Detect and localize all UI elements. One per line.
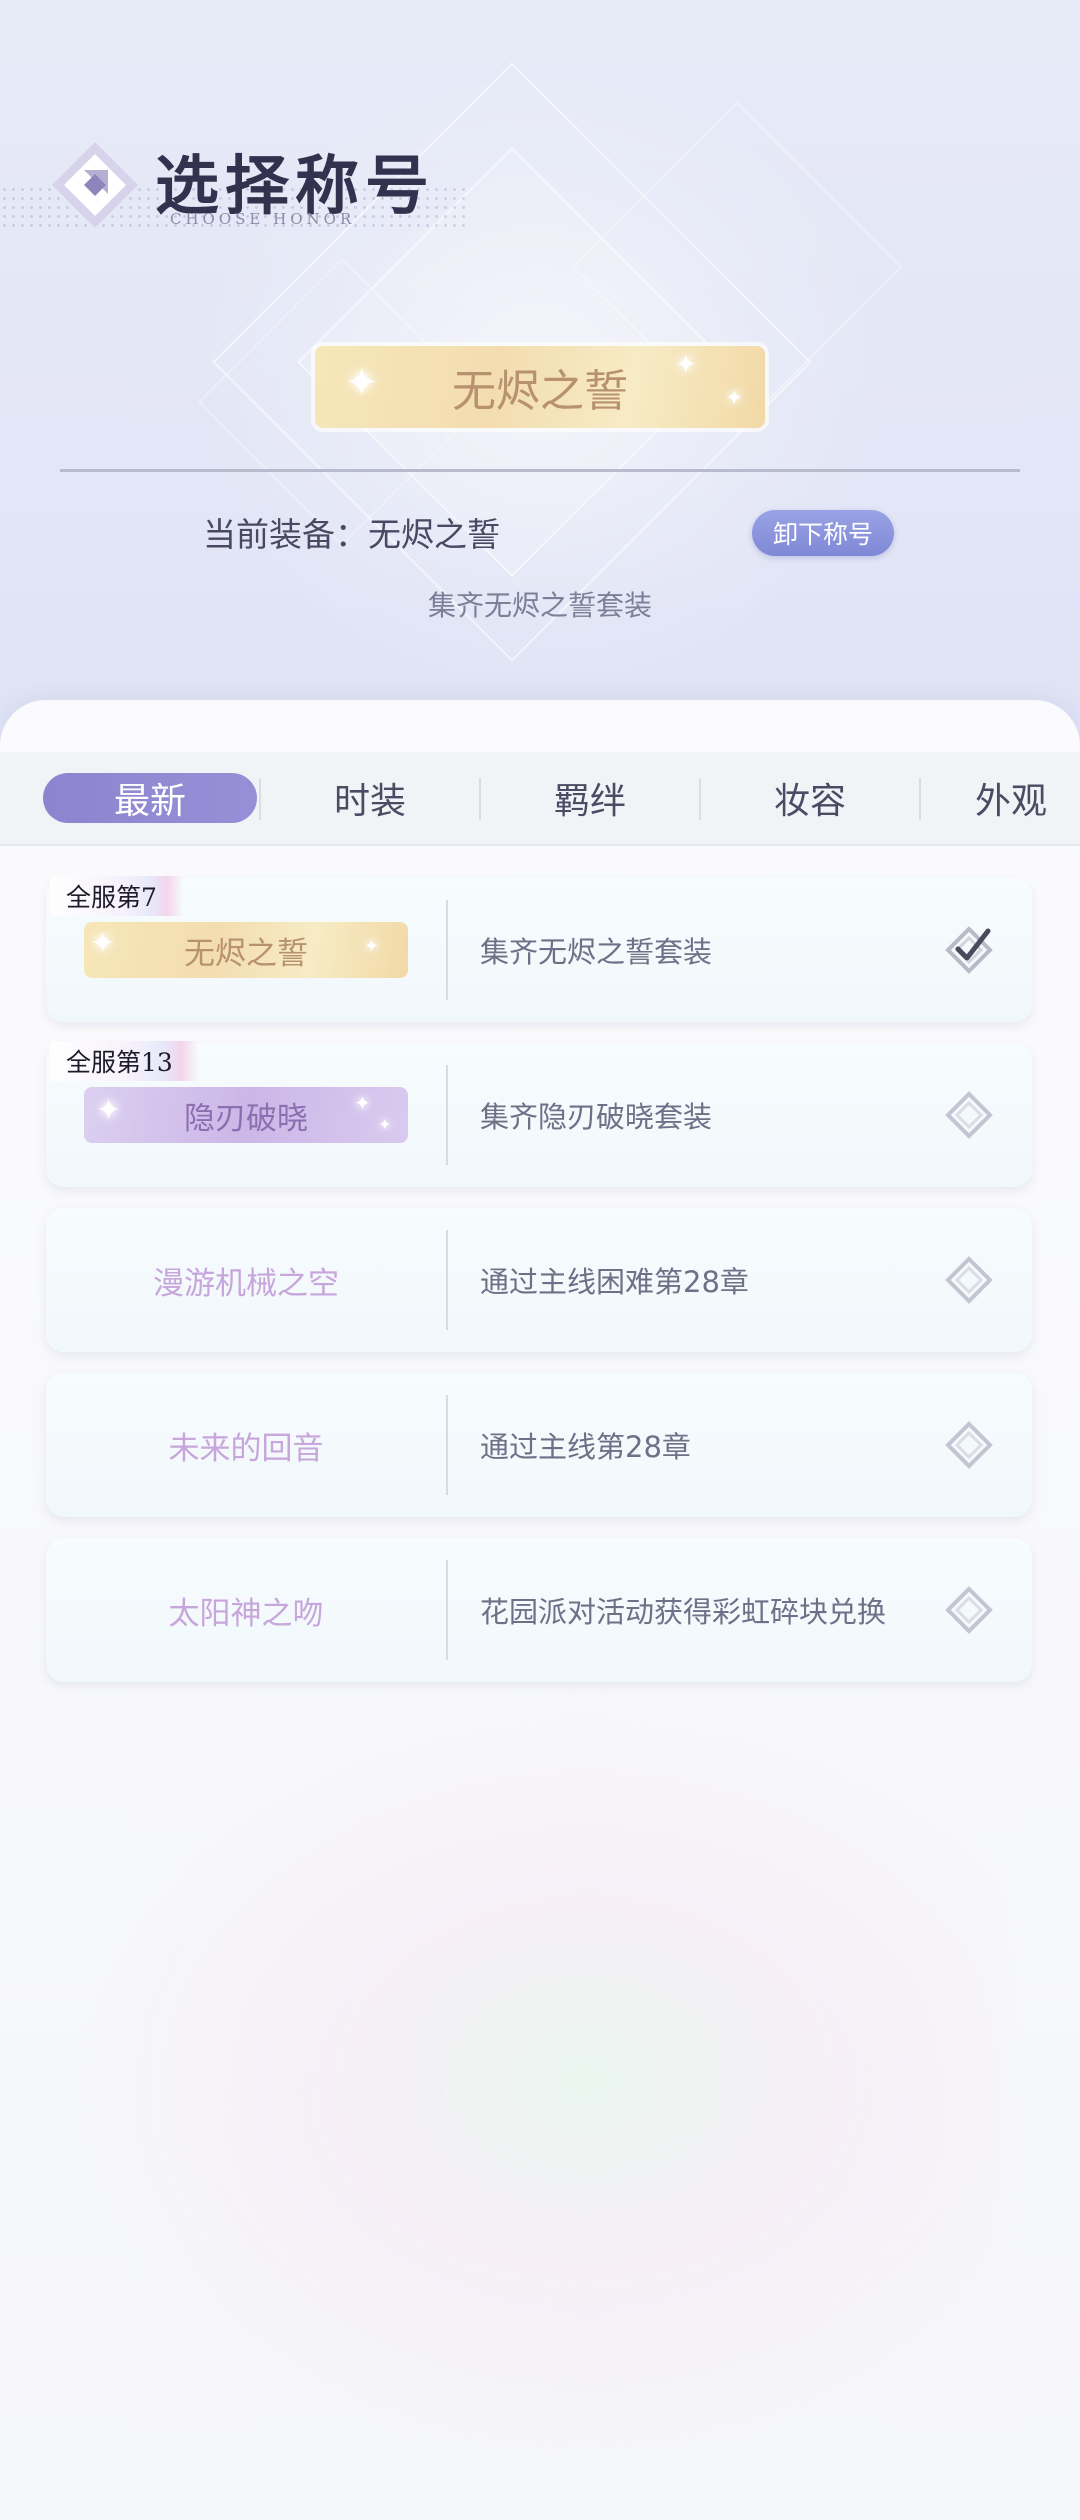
current-title-name: 无烬之誓 [452,366,628,417]
sparkle-icon: ✦ [90,926,116,961]
title-name: 隐刃破晓 [184,1100,308,1137]
title-name: 太阳神之吻 [168,1595,324,1632]
header-area: 选择称号 CHOOSE HONOR ✦ ✦ ✦ 无烬之誓 当前装备：无烬之誓 卸… [0,0,1080,720]
card-divider [446,1560,448,1660]
category-tabs: 最新 时装 羁绊 妆容 外观 [0,752,1080,846]
diamond-outline-icon[interactable] [944,1420,994,1470]
title-condition: 通过主线第28章 [480,1430,691,1464]
sparkle-icon: ✦ [345,360,379,406]
title-name: 漫游机械之空 [153,1265,339,1302]
tab-makeup[interactable]: 妆容 [701,752,919,844]
background-glow [80,1700,1000,2460]
title-condition: 通过主线困难第28章 [480,1265,749,1299]
title-list-panel: 最新 时装 羁绊 妆容 外观 全服第7 ✦ ✦ 无烬之誓 集齐无烬之誓套装 全服… [0,700,1080,2520]
divider [60,469,1020,472]
rank-tag: 全服第13 [50,1041,199,1081]
title-card[interactable]: 全服第7 ✦ ✦ 无烬之誓 集齐无烬之誓套装 [46,876,1032,1022]
sparkle-icon: ✦ [364,936,380,957]
tab-bond[interactable]: 羁绊 [481,752,699,844]
sparkle-icon: ✦ [725,386,744,411]
tab-latest[interactable]: 最新 [43,773,257,823]
title-name: 无烬之誓 [184,935,308,972]
title-badge: ✦ ✦ 无烬之誓 [84,922,408,978]
sparkle-icon: ✦ [378,1115,392,1134]
title-card[interactable]: 未来的回音 通过主线第28章 [46,1373,1032,1517]
rank-tag: 全服第7 [50,876,183,916]
title-name-area: 太阳神之吻 [46,1538,446,1682]
tab-separator [919,778,921,820]
current-equip-label: 当前装备：无烬之誓 [203,515,500,554]
card-divider [446,1230,448,1330]
card-divider [446,1065,448,1165]
current-title-badge: ✦ ✦ ✦ 无烬之誓 [315,346,765,428]
card-divider [446,1395,448,1495]
diamond-check-icon[interactable] [944,925,994,975]
diamond-outline-icon[interactable] [944,1090,994,1140]
title-name-area: 未来的回音 [46,1373,446,1517]
title-card[interactable]: 全服第13 ✦ ✦ ✦ 隐刃破晓 集齐隐刃破晓套装 [46,1041,1032,1187]
diamond-outline-icon[interactable] [944,1585,994,1635]
sparkle-icon: ✦ [96,1093,122,1128]
card-divider [446,900,448,1000]
sparkle-icon: ✦ [354,1091,371,1115]
page-subtitle: CHOOSE HONOR [170,210,356,228]
unequip-title-button[interactable]: 卸下称号 [752,510,894,556]
title-badge: ✦ ✦ ✦ 隐刃破晓 [84,1087,408,1143]
title-condition: 花园派对活动获得彩虹碎块兑换 [480,1595,887,1629]
tab-appearance[interactable]: 外观 [975,752,1080,844]
title-condition: 集齐无烬之誓套装 [480,935,713,969]
current-title-description: 集齐无烬之誓套装 [427,589,652,622]
tab-fashion[interactable]: 时装 [261,752,479,844]
diamond-outline-icon[interactable] [944,1255,994,1305]
title-card[interactable]: 太阳神之吻 花园派对活动获得彩虹碎块兑换 [46,1538,1032,1682]
title-card[interactable]: 漫游机械之空 通过主线困难第28章 [46,1208,1032,1352]
title-name-area: 漫游机械之空 [46,1208,446,1352]
sparkle-icon: ✦ [675,350,697,380]
title-condition: 集齐隐刃破晓套装 [480,1100,713,1134]
title-name: 未来的回音 [168,1430,324,1467]
diamond-logo-icon [52,142,138,228]
